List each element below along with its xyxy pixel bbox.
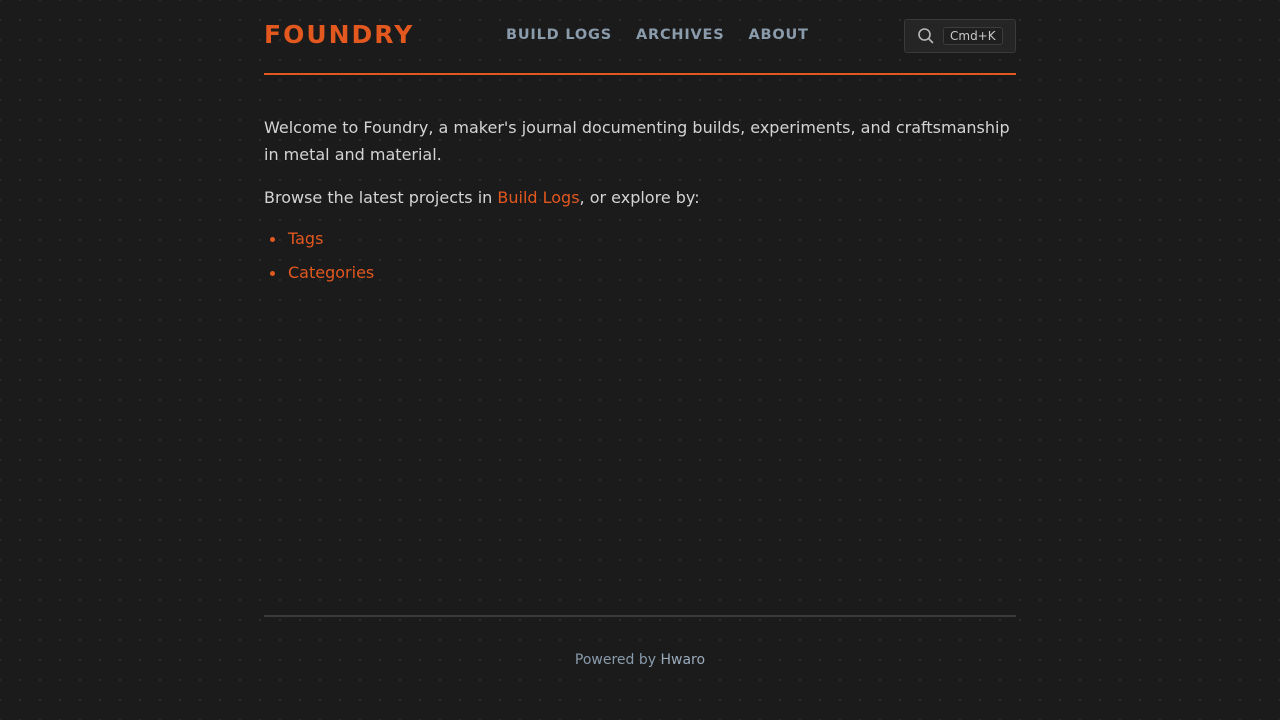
page-container: FOUNDRY BUILD LOGS ARCHIVES ABOUT Cmd+K … — [264, 0, 1016, 720]
browse-suffix: , or explore by: — [579, 188, 700, 207]
search-shortcut-hint: Cmd+K — [943, 27, 1003, 45]
build-logs-link[interactable]: Build Logs — [497, 188, 579, 207]
search-button[interactable]: Cmd+K — [904, 19, 1016, 53]
nav-item-about[interactable]: ABOUT — [748, 25, 808, 45]
main-content: Welcome to Foundry, a maker's journal do… — [264, 114, 1016, 295]
search-icon — [917, 27, 935, 45]
hwaro-link[interactable]: Hwaro — [661, 652, 706, 668]
list-item: Tags — [270, 227, 1016, 251]
tags-link[interactable]: Tags — [288, 229, 323, 248]
site-logo[interactable]: FOUNDRY — [264, 18, 414, 52]
powered-by-text: Powered by — [574, 652, 661, 668]
categories-link[interactable]: Categories — [288, 263, 374, 282]
list-item: Categories — [270, 261, 1016, 285]
site-footer: Powered by Hwaro — [264, 651, 1016, 669]
explore-list: Tags Categories — [264, 227, 1016, 285]
browse-prefix: Browse the latest projects in — [264, 188, 498, 207]
nav-item-build-logs[interactable]: BUILD LOGS — [506, 25, 612, 45]
site-header: FOUNDRY BUILD LOGS ARCHIVES ABOUT Cmd+K — [264, 0, 1016, 75]
intro-paragraph: Welcome to Foundry, a maker's journal do… — [264, 118, 1010, 164]
browse-paragraph: Browse the latest projects in Build Logs… — [264, 184, 1016, 211]
nav-item-archives[interactable]: ARCHIVES — [636, 25, 725, 45]
main-nav: BUILD LOGS ARCHIVES ABOUT — [506, 25, 833, 45]
footer-divider — [264, 615, 1016, 617]
